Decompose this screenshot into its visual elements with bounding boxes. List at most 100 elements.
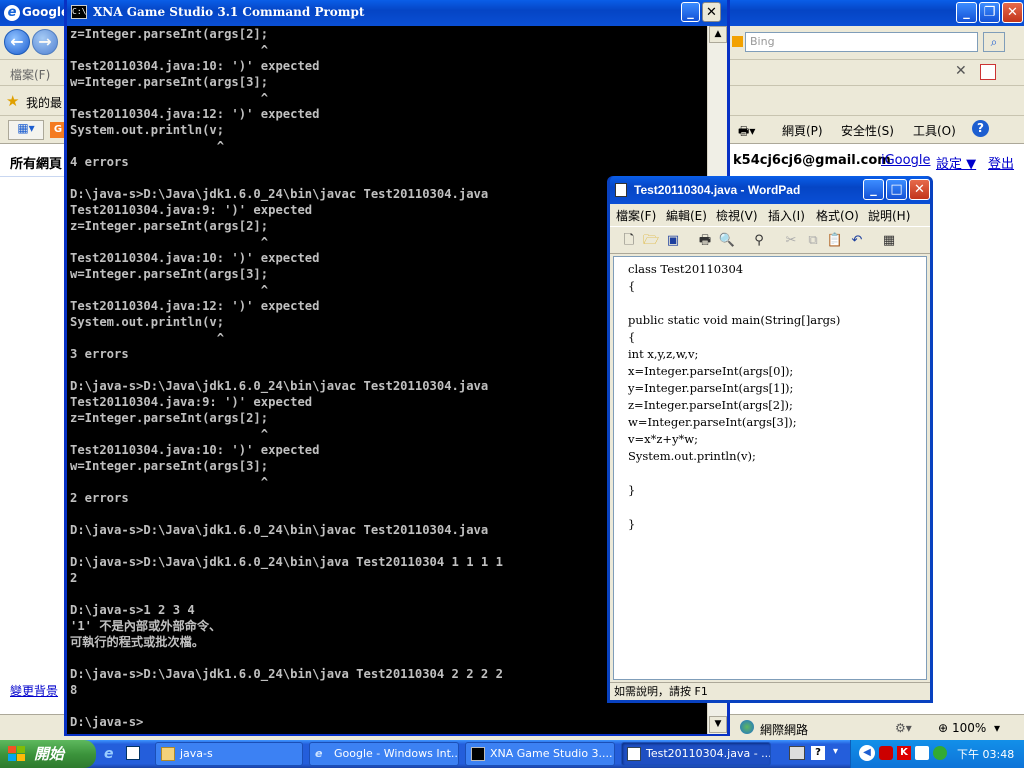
zoom-dropdown-icon[interactable]: ▾ — [994, 721, 1000, 735]
quicklaunch-desktop-icon[interactable] — [126, 746, 140, 760]
menu-help[interactable]: 說明(H) — [868, 207, 910, 224]
document-text[interactable]: class Test20110304 { public static void … — [628, 261, 840, 533]
start-label: 開始 — [34, 745, 65, 763]
wordpad-statusbar: 如需說明，請按 F1 — [610, 682, 930, 700]
igoogle-link[interactable]: iGoogle — [881, 153, 930, 168]
document-icon[interactable] — [615, 183, 627, 197]
console-titlebar[interactable]: C:\ XNA Game Studio 3.1 Command Prompt _… — [67, 0, 727, 26]
search-input[interactable]: Bing — [745, 32, 978, 52]
date-time-icon[interactable]: ▦ — [880, 232, 898, 250]
logout-link[interactable]: 登出 — [988, 153, 1014, 172]
menu-view[interactable]: 檢視(V) — [716, 207, 758, 224]
antivirus-icon[interactable]: K — [897, 746, 911, 760]
scroll-down-icon[interactable]: ▼ — [709, 716, 727, 733]
ime-help-icon[interactable]: ? — [811, 746, 825, 760]
find-icon[interactable]: ⚲ — [750, 232, 768, 250]
task-label: XNA Game Studio 3.... — [490, 747, 613, 760]
console-icon — [471, 747, 485, 761]
task-label: java-s — [180, 747, 213, 760]
quicklaunch-ie-icon[interactable]: e — [104, 746, 114, 762]
bing-icon — [732, 36, 743, 47]
security-icon[interactable] — [879, 746, 893, 760]
search-icon[interactable]: ⌕ — [983, 32, 1005, 52]
print-icon[interactable]: 🖶▾ — [738, 122, 755, 143]
wordpad-close-icon[interactable]: ✕ — [909, 179, 930, 200]
system-tray: ◀ K 下午 03:48 — [850, 740, 1024, 768]
wordpad-window: Test20110304.java - WordPad _ □ ✕ 檔案(F) … — [607, 176, 933, 703]
settings-link[interactable]: 設定 ▼ — [936, 153, 976, 172]
close-icon[interactable]: ✕ — [1002, 2, 1023, 23]
paste-icon[interactable]: 📋 — [826, 232, 844, 250]
zoom-icon[interactable]: ⊕ — [938, 721, 948, 735]
start-button[interactable]: 開始 — [0, 740, 96, 768]
clock[interactable]: 下午 03:48 — [957, 746, 1014, 762]
save-icon[interactable]: ▣ — [664, 232, 682, 250]
forward-icon[interactable]: → — [32, 29, 58, 55]
cut-icon[interactable]: ✂ — [782, 232, 800, 250]
console-close-icon[interactable]: ✕ — [702, 2, 721, 22]
zoom-level[interactable]: 100% — [952, 721, 986, 735]
wordpad-icon — [627, 747, 641, 761]
wordpad-minimize-icon[interactable]: _ — [863, 179, 884, 200]
account-email: k54cj6cj6@gmail.com — [733, 153, 891, 168]
undo-icon[interactable]: ↶ — [848, 232, 866, 250]
ie-icon: e — [315, 747, 323, 760]
menu-insert[interactable]: 插入(I) — [768, 207, 805, 224]
task-google-ie[interactable]: e Google - Windows Int... — [309, 742, 459, 766]
star-icon[interactable]: ★ — [6, 92, 19, 110]
console-title: XNA Game Studio 3.1 Command Prompt — [93, 5, 365, 19]
menu-file[interactable]: 檔案(F) — [10, 66, 50, 83]
menu-file[interactable]: 檔案(F) — [616, 207, 656, 224]
globe-icon — [740, 720, 754, 734]
windows-flag-icon — [8, 746, 25, 761]
menu-format[interactable]: 格式(O) — [816, 207, 859, 224]
console-icon[interactable]: C:\ — [71, 5, 87, 19]
tray-app-icon[interactable] — [915, 746, 929, 760]
console-minimize-icon[interactable]: _ — [681, 2, 700, 22]
print-preview-icon[interactable]: 🔍 — [718, 232, 736, 250]
ie-logo-icon: e — [4, 5, 20, 21]
task-java-s[interactable]: java-s — [155, 742, 303, 766]
wordpad-maximize-icon[interactable]: □ — [886, 179, 907, 200]
back-icon[interactable]: ← — [4, 29, 30, 55]
minimize-icon[interactable]: _ — [956, 2, 977, 23]
menu-edit[interactable]: 編輯(E) — [666, 207, 707, 224]
close-tab-icon[interactable]: ✕ — [955, 63, 967, 79]
safety-menu[interactable]: 安全性(S) — [841, 122, 894, 139]
status-help-text: 如需說明，請按 F1 — [614, 685, 708, 698]
wordpad-title: Test20110304.java - WordPad — [634, 183, 801, 197]
print-icon[interactable]: 🖶 — [696, 232, 714, 250]
wordpad-body: 檔案(F) 編輯(E) 檢視(V) 插入(I) 格式(O) 說明(H) 🗋 🗁 … — [610, 204, 930, 700]
taskbar: 開始 e java-s e Google - Windows Int... XN… — [0, 740, 1024, 768]
open-icon[interactable]: 🗁 — [642, 232, 660, 250]
task-wordpad[interactable]: Test20110304.java - ... — [621, 742, 771, 766]
maximize-icon[interactable]: ❐ — [979, 2, 1000, 23]
divider — [0, 176, 66, 177]
protected-mode-icon[interactable]: ⚙▾ — [895, 721, 912, 735]
wordpad-menubar: 檔案(F) 編輯(E) 檢視(V) 插入(I) 格式(O) 說明(H) — [610, 204, 930, 224]
all-pages-label[interactable]: 所有網頁 — [10, 153, 62, 172]
tools-menu[interactable]: 工具(O) — [913, 122, 956, 139]
scroll-up-icon[interactable]: ▲ — [709, 26, 727, 43]
task-label: Test20110304.java - ... — [646, 747, 771, 760]
page-menu[interactable]: 網頁(P) — [782, 122, 823, 139]
wordpad-document[interactable]: class Test20110304 { public static void … — [613, 256, 927, 680]
network-icon[interactable] — [933, 746, 947, 760]
quick-tabs-icon[interactable]: ▦▾ — [8, 120, 44, 140]
change-background-link[interactable]: 變更背景 — [10, 682, 58, 699]
task-label: Google - Windows Int... — [334, 747, 459, 760]
favorites-label[interactable]: 我的最 — [26, 94, 62, 111]
folder-icon — [161, 747, 175, 761]
help-icon[interactable]: ? — [972, 120, 989, 137]
keyboard-icon[interactable] — [789, 746, 805, 760]
tray-expand-icon[interactable]: ◀ — [859, 745, 875, 761]
language-bar-icon[interactable]: ▾ — [833, 746, 838, 757]
console-output: z=Integer.parseInt(args[2]; ^ Test201103… — [70, 27, 503, 729]
pdf-icon[interactable] — [980, 64, 996, 80]
wordpad-titlebar[interactable]: Test20110304.java - WordPad _ □ ✕ — [610, 176, 930, 204]
wordpad-toolbar: 🗋 🗁 ▣ 🖶 🔍 ⚲ ✂ ⧉ 📋 ↶ ▦ — [610, 226, 930, 254]
task-console[interactable]: XNA Game Studio 3.... — [465, 742, 615, 766]
copy-icon[interactable]: ⧉ — [804, 232, 822, 250]
new-icon[interactable]: 🗋 — [620, 232, 638, 250]
ie-title-text: Google — [22, 5, 70, 19]
